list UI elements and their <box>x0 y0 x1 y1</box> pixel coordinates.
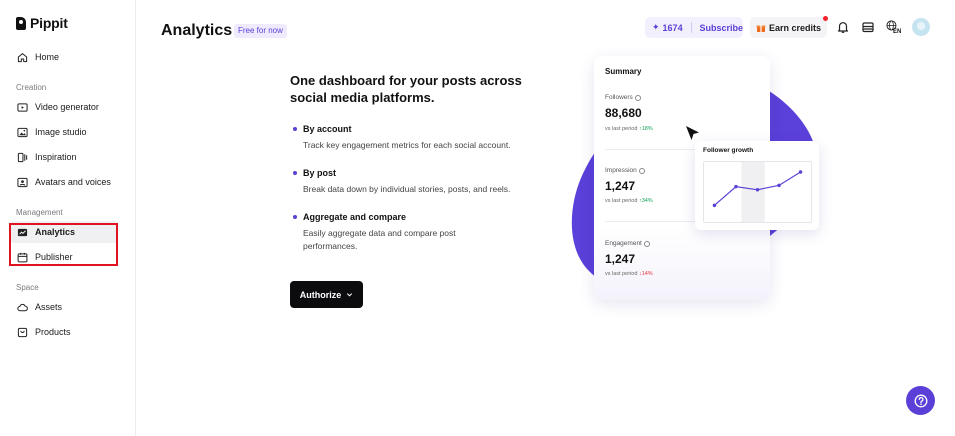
metric-label: Engagement <box>605 240 650 247</box>
summary-title: Summary <box>605 67 642 76</box>
feature-title: By account <box>303 124 352 134</box>
sidebar-item-video-generator[interactable]: Video generator <box>10 96 118 118</box>
sidebar-item-home[interactable]: Home <box>10 46 118 68</box>
notification-dot <box>823 16 828 21</box>
credits-count: 1674 <box>662 22 683 33</box>
divider <box>690 22 692 33</box>
follower-growth-card: Follower growth <box>695 141 819 230</box>
sidebar-item-label: Video generator <box>35 102 99 112</box>
earn-credits-label: Earn credits <box>768 22 822 33</box>
divider <box>605 221 703 222</box>
video-generator-icon <box>17 102 28 113</box>
sidebar-item-label: Home <box>35 52 60 62</box>
feature-desc: Easily aggregate data and compare post p… <box>303 228 456 251</box>
user-avatar[interactable] <box>912 18 930 36</box>
inbox-icon[interactable] <box>861 20 875 34</box>
growth-point <box>798 170 803 174</box>
feature-title: By post <box>303 168 337 178</box>
authorize-label: Authorize <box>299 289 342 300</box>
feature-by-account: By account Track key engagement metrics … <box>293 124 543 152</box>
section-space: Space <box>16 283 39 292</box>
bullet-icon <box>293 215 297 219</box>
feature-desc: Track key engagement metrics for each so… <box>303 140 511 150</box>
engagement-value: 1,247 <box>605 252 636 266</box>
feature-desc: Break data down by individual stories, p… <box>303 184 511 194</box>
credits-pill[interactable]: ✦ 1674 Subscribe <box>645 17 743 38</box>
page-title: Analytics <box>161 22 233 39</box>
free-badge: Free for now <box>234 24 287 38</box>
chevron-down-icon <box>346 290 353 300</box>
metric-change: vs last period ↑18% <box>605 126 653 132</box>
info-icon <box>638 167 645 174</box>
feature-by-post: By post Break data down by individual st… <box>293 168 543 196</box>
sidebar-item-label: Products <box>35 327 71 337</box>
sparkle-icon: ✦ <box>652 22 660 32</box>
home-icon <box>17 52 28 63</box>
info-icon <box>634 94 641 101</box>
impression-value: 1,247 <box>605 179 636 193</box>
help-button[interactable] <box>906 386 935 415</box>
feature-title: Aggregate and compare <box>303 212 407 222</box>
info-icon <box>643 240 650 247</box>
divider <box>605 149 703 150</box>
section-creation: Creation <box>16 83 47 92</box>
metric-change: vs last period ↓14% <box>605 271 653 277</box>
feature-aggregate: Aggregate and compare Easily aggregate d… <box>293 212 543 253</box>
gift-icon <box>756 23 766 33</box>
sidebar-item-label: Avatars and voices <box>35 177 111 187</box>
highlight-band <box>741 162 765 222</box>
inspiration-icon <box>17 152 28 163</box>
question-icon <box>914 394 927 407</box>
hero-title: One dashboard for your posts across soci… <box>290 73 522 105</box>
bullet-icon <box>293 171 297 175</box>
followers-value: 88,680 <box>605 106 642 120</box>
bullet-icon <box>293 127 297 131</box>
growth-title: Follower growth <box>703 147 754 154</box>
app-logo[interactable]: Pippit <box>16 15 68 31</box>
metric-label: Impression <box>605 167 645 174</box>
sidebar-item-label: Assets <box>35 302 63 312</box>
mouse-cursor-icon <box>686 126 699 140</box>
growth-point <box>777 183 781 188</box>
metric-change: vs last period ↑34% <box>605 198 653 204</box>
pippit-logo-icon <box>16 16 26 30</box>
growth-point <box>734 184 738 189</box>
sidebar: Pippit Home Creation Video generator Ima… <box>0 0 136 436</box>
product-icon <box>17 327 28 338</box>
subscribe-button[interactable]: Subscribe <box>699 23 743 33</box>
sidebar-item-label: Inspiration <box>35 152 77 162</box>
sidebar-item-label: Image studio <box>35 127 87 137</box>
earn-credits-button[interactable]: Earn credits <box>750 17 827 38</box>
app-name: Pippit <box>30 15 68 31</box>
highlight-annotation <box>9 223 118 266</box>
growth-point <box>755 188 760 192</box>
metric-label: Followers <box>605 94 641 101</box>
language-label[interactable]: EN <box>893 29 901 35</box>
growth-point <box>712 203 717 208</box>
sidebar-item-assets[interactable]: Assets <box>10 296 118 318</box>
image-studio-icon <box>17 127 28 138</box>
sidebar-item-avatars-and-voices[interactable]: Avatars and voices <box>10 171 118 193</box>
sidebar-item-inspiration[interactable]: Inspiration <box>10 146 118 168</box>
section-management: Management <box>16 208 63 217</box>
sidebar-item-products[interactable]: Products <box>10 321 118 343</box>
bell-icon[interactable] <box>836 20 850 34</box>
avatar-icon <box>17 177 28 188</box>
follower-growth-chart <box>703 161 812 223</box>
sidebar-item-image-studio[interactable]: Image studio <box>10 121 118 143</box>
cloud-icon <box>17 302 28 313</box>
authorize-button[interactable]: Authorize <box>290 281 363 308</box>
